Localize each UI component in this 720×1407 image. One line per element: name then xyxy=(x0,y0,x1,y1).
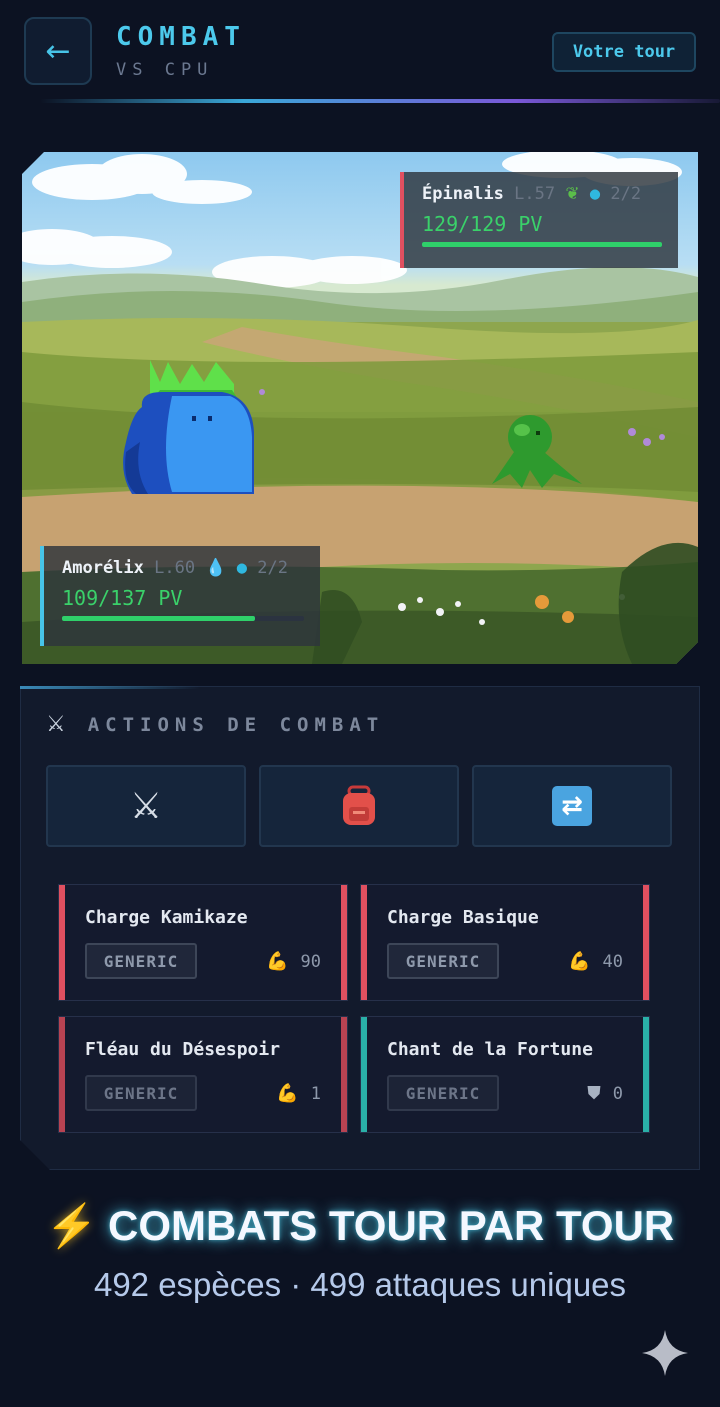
move-name: Fléau du Désespoir xyxy=(85,1039,281,1060)
move-type-badge: GENERIC xyxy=(387,1075,499,1111)
move-card-charge-kamikaze[interactable]: Charge Kamikaze GENERIC 💪 90 xyxy=(58,884,348,1001)
enemy-hp-bar xyxy=(422,242,662,247)
lightning-bolt-icon: ⚡ xyxy=(45,1202,99,1249)
switch-arrows-icon: ⇄ xyxy=(552,786,592,826)
player-team-count: 2/2 xyxy=(257,558,288,578)
move-card-charge-basique[interactable]: Charge Basique GENERIC 💪 40 xyxy=(360,884,650,1001)
header-divider xyxy=(40,99,720,103)
move-power: 💪 1 xyxy=(276,1083,321,1104)
move-type-badge: GENERIC xyxy=(85,943,197,979)
sparkle-icon xyxy=(642,1330,688,1376)
player-hp-fill xyxy=(62,616,255,621)
team-dot-icon: ● xyxy=(236,558,248,578)
player-hp-text: 109/137 PV xyxy=(62,586,183,610)
back-button[interactable]: ← xyxy=(24,17,92,85)
header: ← COMBAT VS CPU Votre tour xyxy=(0,0,720,110)
player-status-panel: Amorélix L.60 💧 ● 2/2 109/137 PV xyxy=(40,546,320,646)
turn-status-badge: Votre tour xyxy=(552,32,696,72)
tab-switch[interactable]: ⇄ xyxy=(472,765,672,847)
enemy-team-count: 2/2 xyxy=(610,184,642,204)
move-defense: ⛊ 0 xyxy=(587,1083,623,1104)
move-accent-right xyxy=(341,1017,347,1132)
tab-attack[interactable]: ⚔ xyxy=(46,765,246,847)
move-card-chant-de-la-fortune[interactable]: Chant de la Fortune GENERIC ⛊ 0 xyxy=(360,1016,650,1133)
promo-title-text: COMBATS TOUR PAR TOUR xyxy=(108,1202,675,1249)
move-name: Chant de la Fortune xyxy=(387,1039,593,1060)
back-arrow-icon: ← xyxy=(45,33,71,69)
tab-bag[interactable] xyxy=(259,765,459,847)
panel-accent-line xyxy=(20,686,200,689)
flexed-biceps-icon: 💪 xyxy=(276,1083,299,1104)
move-accent-right xyxy=(643,1017,649,1132)
flexed-biceps-icon: 💪 xyxy=(266,951,289,972)
move-power-value: 90 xyxy=(300,951,321,972)
move-power-value: 40 xyxy=(602,951,623,972)
panel-title: ACTIONS DE COMBAT xyxy=(87,713,385,736)
enemy-status-panel: Épinalis L.57 ❦ ● 2/2 129/129 PV xyxy=(400,172,678,268)
move-accent-left xyxy=(59,1017,65,1132)
panel-header: ⚔ ACTIONS DE COMBAT xyxy=(46,712,384,737)
promo-headline: ⚡ COMBATS TOUR PAR TOUR xyxy=(0,1202,720,1251)
move-defense-value: 0 xyxy=(612,1083,623,1104)
move-type-badge: GENERIC xyxy=(85,1075,197,1111)
enemy-name: Épinalis xyxy=(422,184,504,204)
enemy-name-row: Épinalis L.57 ❦ ● 2/2 xyxy=(422,184,662,204)
enemy-level: L.57 xyxy=(514,184,556,204)
move-card-fleau-du-desespoir[interactable]: Fléau du Désespoir GENERIC 💪 1 xyxy=(58,1016,348,1133)
water-drop-icon: 💧 xyxy=(205,558,227,578)
player-name-row: Amorélix L.60 💧 ● 2/2 xyxy=(62,558,304,578)
move-type-badge: GENERIC xyxy=(387,943,499,979)
crossed-swords-icon: ⚔ xyxy=(46,712,66,737)
player-name: Amorélix xyxy=(62,558,144,578)
switch-glyph: ⇄ xyxy=(561,791,583,821)
move-name: Charge Basique xyxy=(387,907,539,928)
battle-scene: Épinalis L.57 ❦ ● 2/2 129/129 PV Amoréli… xyxy=(22,152,698,664)
shield-icon: ⛊ xyxy=(587,1083,601,1104)
player-level: L.60 xyxy=(154,558,196,578)
backpack-icon xyxy=(343,785,375,825)
move-accent-left xyxy=(59,885,65,1000)
promo-subtitle: 492 espèces · 499 attaques uniques xyxy=(93,1266,627,1303)
move-accent-left xyxy=(361,1017,367,1132)
move-power-value: 1 xyxy=(310,1083,321,1104)
move-power: 💪 40 xyxy=(568,951,623,972)
player-hp-bar xyxy=(62,616,304,621)
team-dot-icon: ● xyxy=(589,184,601,204)
page-title: COMBAT xyxy=(116,22,246,52)
move-power: 💪 90 xyxy=(266,951,321,972)
leaf-icon: ❦ xyxy=(565,184,580,204)
move-name: Charge Kamikaze xyxy=(85,907,248,928)
move-accent-left xyxy=(361,885,367,1000)
enemy-hp-fill xyxy=(422,242,662,247)
move-accent-right xyxy=(341,885,347,1000)
crossed-swords-icon: ⚔ xyxy=(129,785,163,827)
move-accent-right xyxy=(643,885,649,1000)
page-subtitle: VS CPU xyxy=(116,60,214,80)
flexed-biceps-icon: 💪 xyxy=(568,951,591,972)
enemy-hp-text: 129/129 PV xyxy=(422,212,543,236)
